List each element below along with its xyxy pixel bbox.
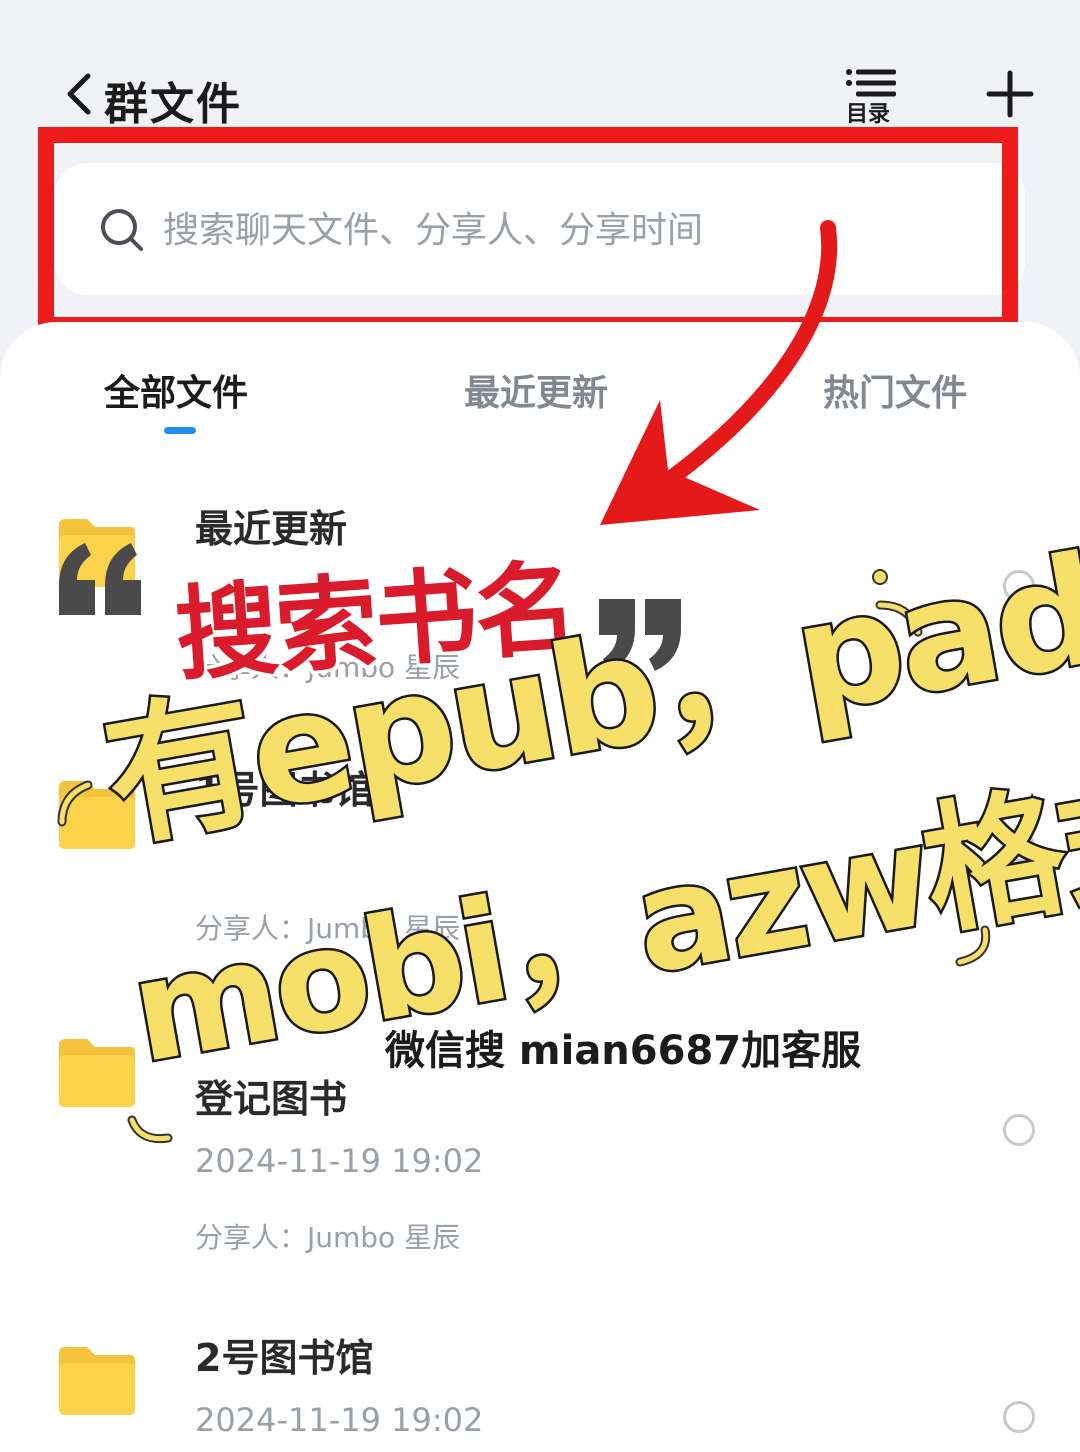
- file-panel: 全部文件 最近更新 热门文件: [0, 322, 1080, 1452]
- file-title: 最近更新: [195, 507, 348, 551]
- folder-icon: [59, 1039, 135, 1107]
- toc-button[interactable]: 目录: [840, 68, 904, 128]
- search-bar[interactable]: [55, 163, 1025, 295]
- active-tab-indicator: [164, 427, 196, 434]
- file-sharer: 分享人：Jumbo 星辰: [195, 651, 461, 684]
- tab-all-files[interactable]: 全部文件: [104, 364, 248, 416]
- select-radio[interactable]: [1003, 1401, 1035, 1433]
- list-icon: [846, 69, 896, 97]
- file-sharer: 分享人：Jumbo 星辰: [195, 1221, 461, 1254]
- file-title: 2号图书馆: [195, 1336, 374, 1380]
- file-date: 2024-11-19 19:02: [195, 1401, 484, 1439]
- toc-label: 目录: [846, 102, 891, 127]
- folder-icon: [59, 519, 135, 587]
- folder-icon: [59, 781, 135, 849]
- tab-recent-updates[interactable]: 最近更新: [464, 364, 608, 416]
- top-bar: 群文件 目录: [0, 40, 1080, 150]
- file-sharer: 分享人：Jumbo 星辰: [195, 912, 461, 945]
- folder-icon: [59, 1347, 135, 1415]
- file-title: 1号图书馆: [195, 768, 374, 812]
- add-icon[interactable]: [986, 70, 1034, 118]
- tab-hot-files[interactable]: 热门文件: [823, 364, 967, 416]
- file-title: 登记图书: [195, 1077, 348, 1121]
- search-input[interactable]: [161, 203, 985, 257]
- page-title: 群文件: [104, 79, 242, 130]
- file-date: 2024-11-19 19:02: [195, 1142, 484, 1180]
- search-icon: [101, 209, 143, 251]
- back-chevron-icon[interactable]: [62, 72, 98, 116]
- select-radio[interactable]: [1003, 1114, 1035, 1146]
- select-radio[interactable]: [1003, 570, 1035, 602]
- select-radio[interactable]: [1003, 830, 1035, 862]
